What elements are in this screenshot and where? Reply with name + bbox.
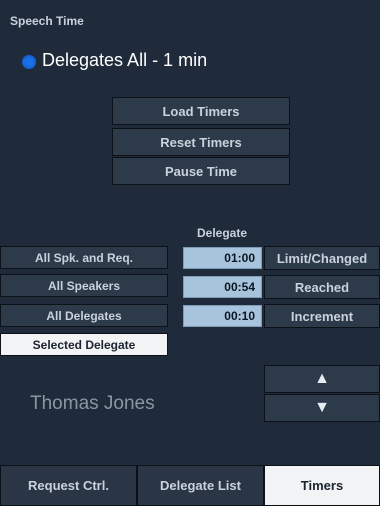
- all-speakers-button[interactable]: All Speakers: [0, 274, 168, 297]
- speaker-name: Thomas Jones: [30, 393, 155, 414]
- time-reached-value: 00:54: [183, 276, 262, 298]
- limit-changed-button[interactable]: Limit/Changed: [264, 246, 380, 270]
- all-delegates-button[interactable]: All Delegates: [0, 304, 168, 327]
- increment-button[interactable]: Increment: [264, 304, 380, 328]
- all-speakers-and-requests-button[interactable]: All Spk. and Req.: [0, 246, 168, 269]
- tab-timers[interactable]: Timers: [264, 465, 380, 506]
- decrease-button[interactable]: ▼: [264, 394, 380, 422]
- time-limit-value: 01:00: [183, 247, 262, 269]
- section-title: Speech Time: [10, 14, 84, 28]
- tab-request-ctrl[interactable]: Request Ctrl.: [0, 465, 137, 506]
- pause-time-button[interactable]: Pause Time: [112, 157, 290, 185]
- arrow-down-icon: ▼: [314, 399, 330, 416]
- reached-button[interactable]: Reached: [264, 275, 380, 299]
- tab-bar: Request Ctrl. Delegate List Timers: [0, 465, 380, 506]
- load-timers-button[interactable]: Load Timers: [112, 97, 290, 125]
- status-text: Delegates All - 1 min: [42, 50, 208, 70]
- selected-delegate-button[interactable]: Selected Delegate: [0, 333, 168, 356]
- arrow-up-icon: ▲: [314, 370, 330, 387]
- reset-timers-button[interactable]: Reset Timers: [112, 128, 290, 156]
- time-increment-value: 00:10: [183, 305, 262, 327]
- status-indicator-icon: [22, 55, 36, 69]
- delegate-column-header: Delegate: [196, 226, 248, 240]
- increase-button[interactable]: ▲: [264, 365, 380, 393]
- tab-delegate-list[interactable]: Delegate List: [137, 465, 264, 506]
- speech-time-panel: Speech Time Delegates All - 1 min Load T…: [0, 0, 380, 506]
